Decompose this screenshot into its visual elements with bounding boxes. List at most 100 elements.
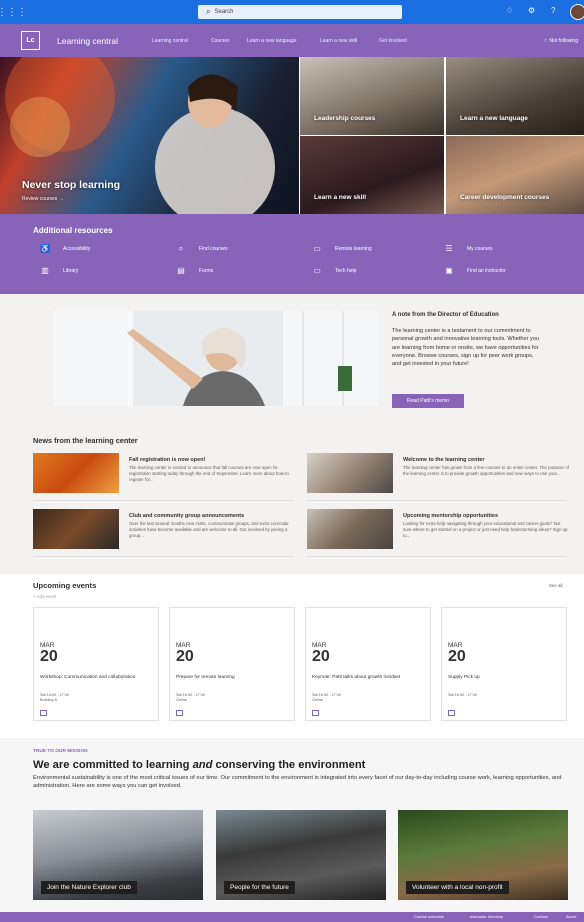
read-memo-button[interactable]: Read Patti's memo — [392, 394, 464, 408]
news-item[interactable]: Upcoming mentorship opportunities Lookin… — [307, 509, 577, 551]
resource-label: Find an instructor — [467, 268, 506, 274]
mission-title-part: conserving the environment — [212, 759, 366, 771]
waffle-icon[interactable]: ⋮⋮⋮ — [0, 0, 27, 24]
resource-my-courses[interactable]: ☰ My courses — [443, 244, 493, 254]
resource-find-instructor[interactable]: ▣ Find an instructor — [443, 266, 506, 276]
resource-accessibility[interactable]: ♿ Accessibility — [39, 244, 90, 254]
laptop-icon: ▭ — [313, 266, 321, 275]
resource-find-courses[interactable]: ⌕ Find courses — [175, 244, 228, 254]
resource-forms[interactable]: ▤ Forms — [175, 266, 213, 276]
news-item[interactable]: Club and community group announcements O… — [33, 509, 303, 551]
tile-label: Learn a new skill — [314, 194, 367, 201]
footer-link[interactable]: Instructor directory — [470, 914, 503, 919]
calendar-icon[interactable] — [40, 710, 47, 716]
mission-tile-nature[interactable]: Join the Nature Explorer club — [33, 810, 203, 900]
mission-tile-volunteer[interactable]: Volunteer with a local non-profit — [398, 810, 568, 900]
tile-language[interactable]: Learn a new language — [446, 57, 584, 135]
footer-link[interactable]: About — [566, 914, 576, 919]
footer-link[interactable]: Course schedule — [414, 914, 444, 919]
add-event-button[interactable]: + Add event — [33, 594, 56, 599]
event-title: Keynote: Patti talks about growth mindse… — [312, 675, 401, 680]
news-title: Fall registration is now open! — [129, 457, 206, 463]
event-day: 20 — [312, 648, 330, 665]
avatar[interactable] — [570, 4, 584, 20]
divider — [33, 500, 293, 501]
help-icon[interactable]: ? — [551, 6, 555, 15]
site-title[interactable]: Learning central — [57, 36, 118, 46]
mission-tile-label: Join the Nature Explorer club — [41, 881, 137, 894]
news-description: The learning center has grown from a few… — [403, 465, 569, 476]
gear-icon[interactable]: ⚙ — [528, 6, 535, 15]
site-logo[interactable]: Lc — [21, 31, 40, 50]
search-icon: ⌕ — [178, 244, 184, 253]
footer: Course schedule Instructor directory Con… — [0, 912, 584, 922]
calendar-icon[interactable] — [448, 710, 455, 716]
news-title: Upcoming mentorship opportunities — [403, 513, 499, 519]
news-item[interactable]: Fall registration is now open! The learn… — [33, 453, 303, 495]
search-box[interactable]: ⌕ Search — [198, 5, 402, 19]
news-title: Welcome to the learning center — [403, 457, 485, 463]
mission-tile-future[interactable]: People for the future — [216, 810, 386, 900]
tile-skill[interactable]: Learn a new skill — [300, 136, 444, 214]
nav-learning-central[interactable]: Learning central — [152, 38, 188, 44]
resource-remote-learning[interactable]: ▭ Remote learning — [311, 244, 372, 254]
event-time: Sat 14:00 - 17:00 — [40, 693, 70, 697]
calendar-icon[interactable] — [312, 710, 319, 716]
mission-kicker: TRUE TO OUR MISSION — [33, 749, 88, 754]
search-icon: ⌕ — [206, 7, 211, 16]
news-thumbnail — [307, 453, 393, 493]
news-thumbnail — [307, 509, 393, 549]
event-time: Sat 16:00 - 17:00 — [312, 693, 342, 697]
mission-tile-label: People for the future — [224, 881, 295, 894]
resource-tech-help[interactable]: ▭ Tech help — [311, 266, 356, 276]
hero-main-tile[interactable]: Never stop learning Review courses → — [0, 57, 299, 214]
news-thumbnail — [33, 453, 119, 493]
bell-icon[interactable]: ♢ — [506, 6, 513, 15]
director-image — [53, 311, 379, 406]
director-heading: A note from the Director of Education — [392, 312, 499, 318]
tile-label: Leadership courses — [314, 115, 376, 122]
tile-leadership[interactable]: Leadership courses — [300, 57, 444, 135]
resource-label: Remote learning — [335, 246, 372, 252]
search-placeholder: Search — [214, 9, 234, 15]
event-location: Online — [312, 698, 323, 702]
event-card[interactable]: MAR 20 Keynote: Patti talks about growth… — [305, 607, 431, 721]
resource-label: Library — [63, 268, 79, 274]
laptop-icon: ▭ — [313, 244, 321, 253]
resource-label: My courses — [467, 246, 493, 252]
news-description: The learning center is excited to announ… — [129, 465, 289, 482]
calendar-icon[interactable] — [176, 710, 183, 716]
follow-button[interactable]: ☆ Not following — [543, 38, 578, 44]
mission-tile-label: Volunteer with a local non-profit — [406, 881, 509, 894]
nav-courses[interactable]: Courses — [211, 38, 230, 44]
see-all-link[interactable]: See all — [549, 583, 562, 588]
nav-learn-language[interactable]: Learn a new language — [247, 38, 297, 44]
resource-library[interactable]: ▥ Library — [39, 266, 78, 276]
event-day: 20 — [40, 648, 58, 665]
forms-icon: ▤ — [177, 266, 185, 275]
mission-title-part: We are committed to learning — [33, 759, 193, 771]
nav-get-involved[interactable]: Get involved — [379, 38, 407, 44]
suite-bar: ⋮⋮⋮ ⌕ Search ♢ ⚙ ? — [0, 0, 584, 24]
contact-card-icon: ▣ — [445, 266, 453, 275]
event-card[interactable]: MAR 20 Prepare for remote learning Sat 1… — [169, 607, 295, 721]
hero-link[interactable]: Review courses → — [22, 196, 64, 202]
tile-label: Career development courses — [460, 194, 550, 201]
event-day: 20 — [448, 648, 466, 665]
divider — [307, 556, 567, 557]
footer-link[interactable]: Contact — [534, 914, 548, 919]
site-header: Lc Learning central Learning central Cou… — [0, 24, 584, 57]
tile-label: Learn a new language — [460, 115, 528, 122]
news-description: Over the last several months new clubs, … — [129, 521, 289, 538]
tile-career[interactable]: Career development courses — [446, 136, 584, 214]
nav-learn-skill[interactable]: Learn a new skill — [320, 38, 357, 44]
resource-label: Accessibility — [63, 246, 91, 252]
resource-label: Tech help — [335, 268, 357, 274]
event-card[interactable]: MAR 20 Supply Pick up Sat 16:00 - 17:00 — [441, 607, 567, 721]
news-description: Looking for extra help navigating throug… — [403, 521, 568, 538]
resource-label: Forms — [199, 268, 214, 274]
event-location: Online — [176, 698, 187, 702]
news-item[interactable]: Welcome to the learning center The learn… — [307, 453, 577, 495]
event-title: Prepare for remote learning — [176, 675, 235, 680]
event-card[interactable]: MAR 20 Workshop: Communication and colla… — [33, 607, 159, 721]
